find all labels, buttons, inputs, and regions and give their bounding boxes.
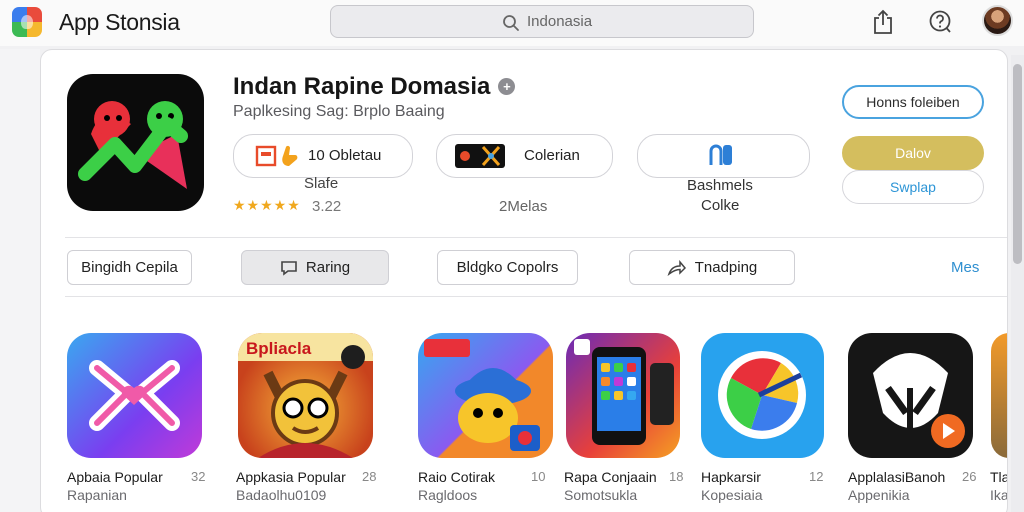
tab-1-label: Raring [305, 259, 351, 276]
stat-developer-line2: Colke [701, 197, 740, 214]
info-icon[interactable]: + [498, 78, 516, 95]
stat-pill-category-label: Colerian [524, 147, 580, 164]
section-divider [65, 296, 1007, 297]
chart-arrow-icon [78, 101, 188, 189]
question-icon [929, 10, 951, 33]
search-input[interactable]: Indonasia [330, 5, 754, 38]
search-icon [503, 15, 519, 31]
user-avatar[interactable] [982, 5, 1013, 36]
tab-0-label: Bingidh Cepila [81, 259, 178, 276]
section-divider [65, 237, 1007, 238]
app-count-3: 18 [669, 469, 684, 484]
scrollbar-thumb[interactable] [1013, 64, 1022, 264]
tab-3[interactable]: Tnadping [629, 250, 795, 285]
app-sub-3: Somotsukla [564, 487, 638, 503]
stat-developer-line1: Bashmels [687, 177, 753, 194]
icon-badge-text: Bpliacla [246, 339, 312, 358]
app-count-4: 12 [809, 469, 824, 484]
share-arrow-icon [667, 259, 686, 276]
app-sub-4: Kopesiaia [701, 487, 763, 503]
app-subtitle: Paplkesing Sag: Brplo Baaing [233, 103, 445, 120]
comment-icon [281, 260, 297, 276]
app-store-logo-icon [12, 7, 42, 37]
search-query: Indonasia [527, 13, 593, 30]
stat-ratings-count: 2Melas [499, 198, 548, 215]
app-icon-1[interactable]: Bpliacla [238, 333, 373, 458]
app-sub-2: Ragldoos [418, 487, 478, 503]
primary-action-button[interactable]: Honns foleiben [842, 85, 984, 119]
stat-pill-downloads-label: 10 Obletau [308, 147, 382, 164]
puzzle-heart-icon [89, 360, 180, 431]
tab-3-label: Tnadping [694, 259, 758, 276]
app-count-0: 32 [191, 469, 206, 484]
tab-2-label: Bldgko Copolrs [456, 259, 559, 276]
tab-2[interactable]: Bldgko Copolrs [437, 250, 578, 285]
app-icon-5[interactable] [848, 333, 973, 458]
app-icon-3[interactable] [566, 333, 680, 458]
app-sub-0: Rapanian [67, 487, 127, 503]
get-button[interactable]: Dalov [842, 136, 984, 170]
tab-0[interactable]: Bingidh Cepila [67, 250, 192, 285]
mascot-icon [424, 339, 540, 451]
secondary-action-button[interactable]: Swplap [842, 170, 984, 204]
help-button[interactable] [925, 7, 955, 37]
top-bar: App Stonsia Indonasia [0, 0, 1024, 46]
download-stat-icon [255, 145, 298, 167]
app-name-3[interactable]: Rapa Conjaain [564, 469, 657, 485]
developer-icon [709, 144, 732, 165]
app-icon-0[interactable] [67, 333, 202, 458]
app-name-1[interactable]: Appkasia Popular [236, 469, 346, 485]
character-icon: Bpliacla [238, 333, 373, 458]
app-name-0[interactable]: Apbaia Popular [67, 469, 163, 485]
shield-mask-icon [873, 353, 965, 448]
stat-size: Slafe [304, 175, 339, 192]
share-button[interactable] [868, 7, 898, 37]
app-title-heading: Indan Rapine Domasia + [233, 73, 516, 101]
app-count-2: 10 [531, 469, 546, 484]
phone-icon [574, 339, 674, 445]
more-link[interactable]: Mes [951, 259, 979, 276]
rating-value: 3.22 [312, 198, 342, 215]
app-name: Indan Rapine Domasia [233, 73, 491, 100]
app-count-1: 28 [362, 469, 377, 484]
app-icon-2[interactable] [418, 333, 553, 458]
app-sub-5: Appenikia [848, 487, 910, 503]
tab-1[interactable]: Raring [241, 250, 389, 285]
app-icon-6[interactable] [991, 333, 1007, 458]
app-name-5[interactable]: ApplalasiBanoh [848, 469, 945, 485]
app-sub-1: Badaolhu0109 [236, 487, 327, 503]
app-sub-6: Ika [990, 487, 1008, 503]
category-icon [455, 144, 505, 168]
rating-stars: ★★★★★ [233, 197, 301, 213]
app-name-6[interactable]: Tla [990, 469, 1007, 485]
share-icon [874, 9, 892, 34]
app-name-2[interactable]: Raio Cotirak [418, 469, 495, 485]
app-title: App Stonsia [59, 9, 180, 35]
app-icon-4[interactable] [701, 333, 824, 458]
app-detail-panel: Indan Rapine Domasia + Paplkesing Sag: Br… [40, 49, 1008, 512]
left-gutter [0, 49, 40, 512]
compass-icon [718, 351, 806, 439]
featured-app-icon[interactable] [67, 74, 204, 211]
app-name-4[interactable]: Hapkarsir [701, 469, 761, 485]
app-count-5: 26 [962, 469, 977, 484]
